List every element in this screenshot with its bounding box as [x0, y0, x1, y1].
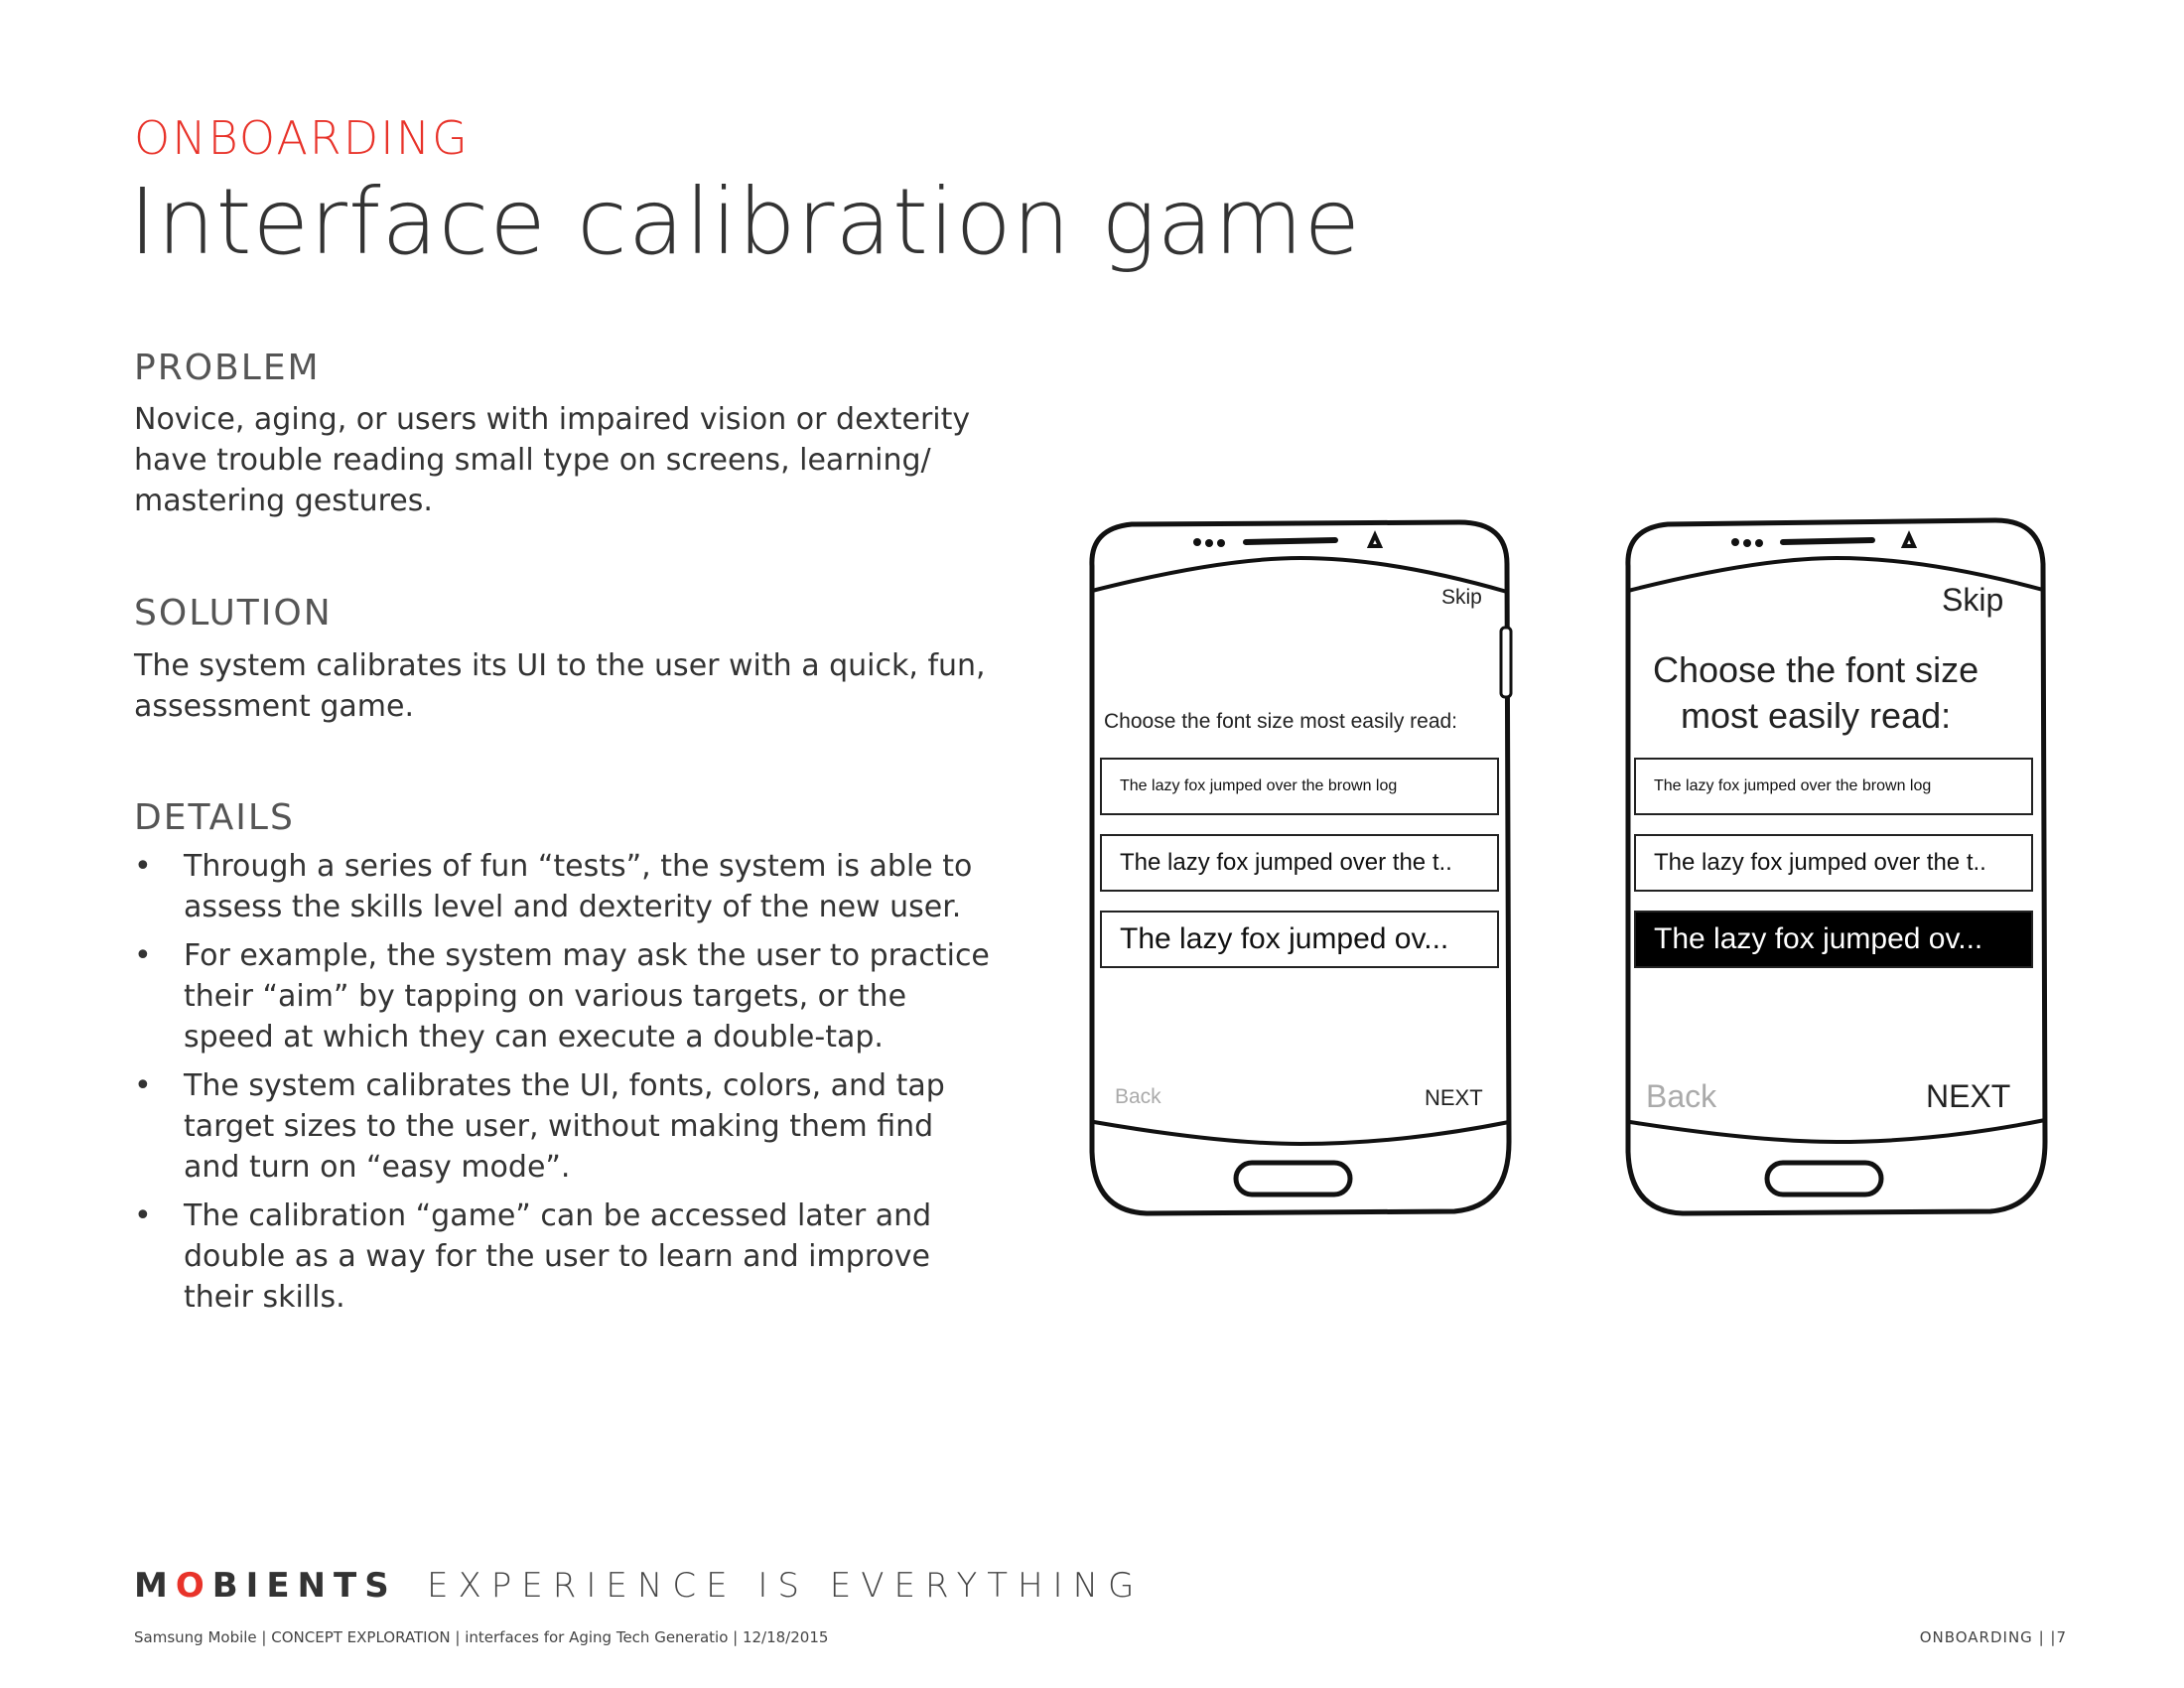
bullet-icon: •: [134, 849, 152, 884]
logo-text: BIENTS: [211, 1566, 397, 1606]
details-item: • The system calibrates the UI, fonts, c…: [134, 1065, 1008, 1188]
font-option-large-selected[interactable]: The lazy fox jumped ov...: [1634, 911, 2033, 968]
details-line: their “aim” by tapping on various target…: [184, 979, 907, 1014]
details-item: • Through a series of fun “tests”, the s…: [134, 846, 1008, 927]
skip-link[interactable]: Skip: [1441, 586, 1482, 610]
phone-mockup-large-font: Skip Choose the font size most easily re…: [1608, 506, 2065, 1221]
next-button[interactable]: NEXT: [1926, 1078, 2010, 1115]
details-line: speed at which they can execute a double…: [184, 1020, 884, 1055]
font-option-medium[interactable]: The lazy fox jumped over the t..: [1634, 834, 2033, 892]
details-line: double as a way for the user to learn an…: [184, 1239, 930, 1274]
phone-mockup-small-font: Skip Choose the font size most easily re…: [1072, 506, 1529, 1221]
bullet-icon: •: [134, 938, 152, 973]
problem-line: mastering gestures.: [134, 484, 433, 518]
details-item: • For example, the system may ask the us…: [134, 935, 1008, 1057]
skip-link[interactable]: Skip: [1942, 582, 2003, 619]
details-line: their skills.: [184, 1280, 345, 1315]
solution-line: The system calibrates its UI to the user…: [134, 648, 986, 683]
mobients-logo: MOBIENTS: [134, 1566, 397, 1606]
solution-heading: SOLUTION: [134, 593, 333, 633]
logo-text: M: [134, 1566, 176, 1606]
problem-text: Novice, aging, or users with impaired vi…: [134, 399, 988, 521]
problem-heading: PROBLEM: [134, 348, 321, 388]
font-size-prompt-line: most easily read:: [1681, 695, 1952, 736]
details-heading: DETAILS: [134, 797, 295, 838]
details-item: • The calibration “game” can be accessed…: [134, 1196, 1008, 1318]
page-title: Interface calibration game: [129, 169, 1362, 275]
details-line: target sizes to the user, without making…: [184, 1109, 934, 1144]
details-line: and turn on “easy mode”.: [184, 1150, 571, 1185]
font-option-medium[interactable]: The lazy fox jumped over the t..: [1100, 834, 1499, 892]
back-button[interactable]: Back: [1115, 1085, 1161, 1109]
bullet-icon: •: [134, 1198, 152, 1233]
solution-text: The system calibrates its UI to the user…: [134, 645, 988, 727]
tagline: EXPERIENCE IS EVERYTHING: [427, 1566, 1145, 1606]
font-option-small[interactable]: The lazy fox jumped over the brown log: [1100, 758, 1499, 815]
logo-o-mark: O: [175, 1566, 212, 1606]
details-line: The system calibrates the UI, fonts, col…: [184, 1068, 945, 1103]
footnote: Samsung Mobile | CONCEPT EXPLORATION | i…: [134, 1628, 829, 1646]
bullet-icon: •: [134, 1068, 152, 1103]
back-button[interactable]: Back: [1646, 1078, 1716, 1115]
page-number: ONBOARDING | |7: [1919, 1628, 2067, 1646]
details-line: The calibration “game” can be accessed l…: [184, 1198, 932, 1233]
next-button[interactable]: NEXT: [1425, 1085, 1483, 1111]
details-line: assess the skills level and dexterity of…: [184, 890, 962, 924]
details-list: • Through a series of fun “tests”, the s…: [134, 846, 1008, 1326]
problem-line: have trouble reading small type on scree…: [134, 443, 931, 478]
solution-line: assessment game.: [134, 689, 414, 724]
details-line: For example, the system may ask the user…: [184, 938, 990, 973]
section-kicker: ONBOARDING: [134, 111, 470, 165]
problem-line: Novice, aging, or users with impaired vi…: [134, 402, 971, 437]
font-option-small[interactable]: The lazy fox jumped over the brown log: [1634, 758, 2033, 815]
details-line: Through a series of fun “tests”, the sys…: [184, 849, 973, 884]
font-size-prompt: Choose the font size most easily read:: [1104, 710, 1458, 733]
font-size-prompt-line: Choose the font size: [1653, 649, 1979, 690]
font-option-large[interactable]: The lazy fox jumped ov...: [1100, 911, 1499, 968]
